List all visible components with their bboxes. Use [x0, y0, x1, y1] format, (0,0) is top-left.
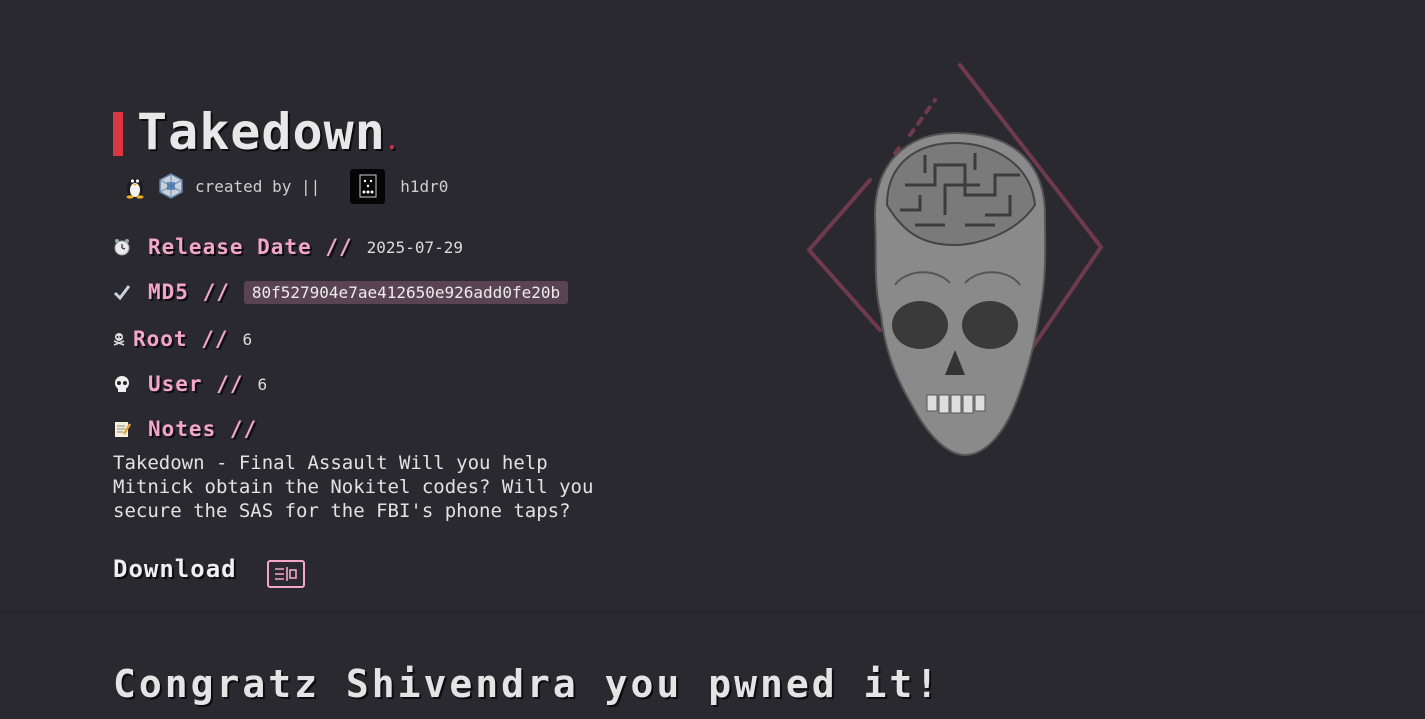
author-name[interactable]: h1dr0 [400, 177, 448, 196]
notes-label: Notes // [148, 417, 258, 441]
virtualbox-icon [157, 172, 185, 200]
machine-title: Takedown. [137, 103, 399, 161]
root-label: Root // [133, 327, 229, 351]
skull-icon [113, 375, 133, 393]
author-avatar[interactable] [350, 168, 386, 204]
title-accent-bar [113, 112, 123, 156]
download-icon [274, 567, 297, 581]
meta-row: created by || h1dr0 [123, 168, 448, 204]
user-label: User // [148, 372, 244, 396]
created-by-label: created by || [195, 176, 321, 196]
download-section: Download [113, 550, 305, 588]
user-value: 6 [257, 374, 268, 394]
release-date-value: 2025-07-29 [366, 237, 463, 257]
notes-field: Notes // [113, 414, 271, 444]
root-value: 6 [242, 329, 253, 349]
congrats-heading: Congratz Shivendra you pwned it! [113, 662, 942, 706]
root-field: Root // 6 [113, 324, 252, 354]
notes-text: Takedown - Final Assault Will you help M… [113, 452, 594, 522]
release-date-label: Release Date // [148, 235, 353, 259]
section-divider [0, 612, 1425, 613]
release-date-field: Release Date // 2025-07-29 [113, 232, 463, 262]
download-label: Download [113, 555, 237, 583]
memo-icon [113, 420, 133, 438]
download-button[interactable] [266, 560, 305, 588]
md5-value[interactable]: 80f527904e7ae412650e926add0fe20b [243, 280, 569, 304]
machine-skull-illustration [807, 63, 1104, 457]
title-dot: . [385, 130, 399, 154]
user-field: User // 6 [113, 369, 267, 399]
md5-field: MD5 // 80f527904e7ae412650e926add0fe20b [113, 277, 569, 307]
md5-label: MD5 // [148, 280, 230, 304]
linux-penguin-icon [123, 173, 147, 199]
check-mark-icon [113, 283, 133, 301]
alarm-clock-icon [113, 238, 133, 256]
skull-crossbones-icon [113, 332, 125, 346]
